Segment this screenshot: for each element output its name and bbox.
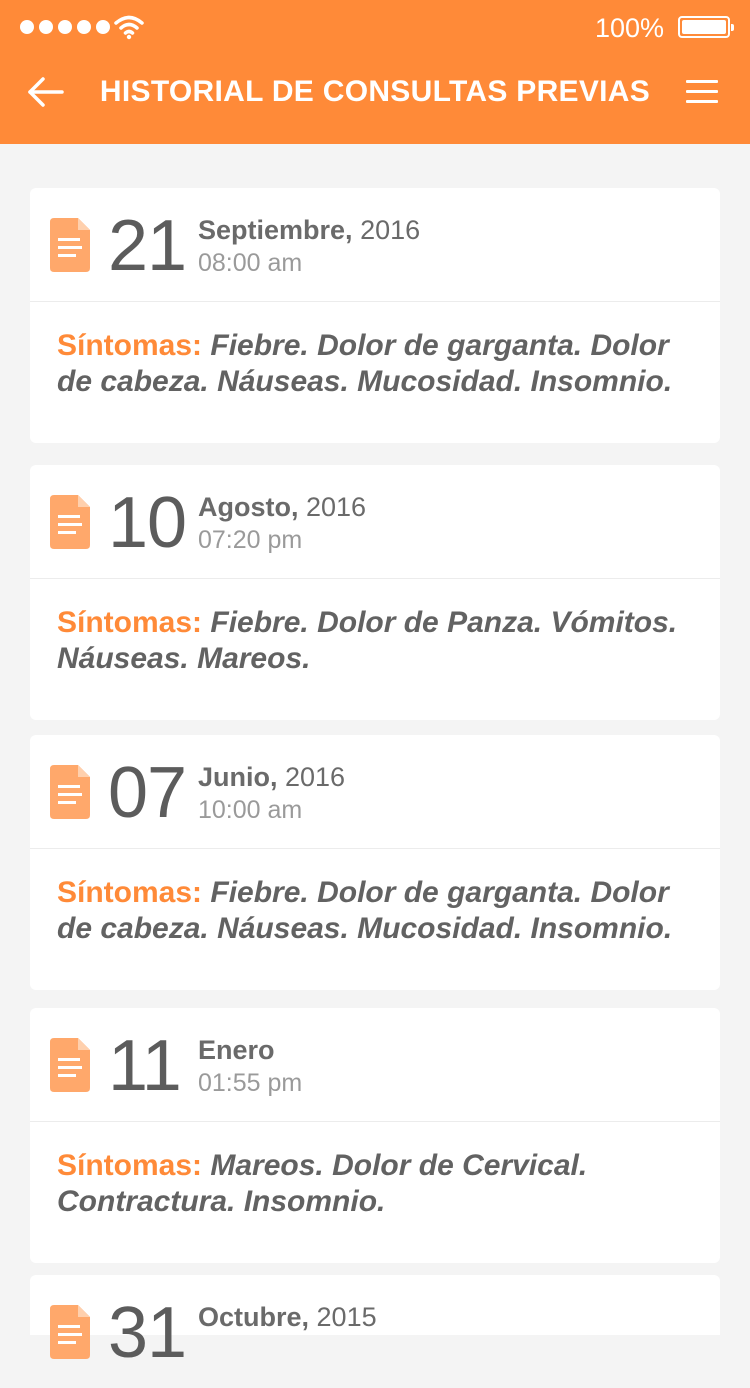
consultation-card[interactable]: 31 Octubre, 2015 xyxy=(30,1275,720,1373)
card-header: 31 Octubre, 2015 xyxy=(30,1275,720,1388)
consultation-month: Agosto, xyxy=(198,492,299,522)
document-icon xyxy=(50,1038,90,1092)
symptoms-label: Síntomas: xyxy=(57,1149,203,1182)
document-icon xyxy=(50,1305,90,1359)
symptoms-label: Síntomas: xyxy=(57,329,203,362)
card-header: 21 Septiembre, 2016 08:00 am xyxy=(30,188,720,302)
consultation-day: 10 xyxy=(108,483,187,563)
consultation-month-year: Octubre, 2015 xyxy=(198,1301,377,1333)
consultation-time: 07:20 pm xyxy=(198,526,303,554)
consultation-card[interactable]: 21 Septiembre, 2016 08:00 am Síntomas: F… xyxy=(30,188,720,443)
battery-percent: 100% xyxy=(594,13,664,43)
wifi-icon xyxy=(114,15,144,40)
consultation-month: Septiembre, xyxy=(198,215,353,245)
symptoms-section: Síntomas: Fiebre. Dolor de garganta. Dol… xyxy=(30,302,720,400)
consultation-year: 2015 xyxy=(309,1302,377,1332)
hamburger-menu-icon[interactable] xyxy=(686,80,720,106)
consultation-month-year: Enero xyxy=(198,1034,275,1066)
consultation-month: Junio, xyxy=(198,762,278,792)
document-icon xyxy=(50,765,90,819)
symptoms-section: Síntomas: Fiebre. Dolor de garganta. Dol… xyxy=(30,849,720,947)
consultation-day: 07 xyxy=(108,753,187,833)
signal-strength-icon xyxy=(20,20,110,34)
symptoms-section: Síntomas: Fiebre. Dolor de Panza. Vómito… xyxy=(30,579,720,677)
consultation-year: 2016 xyxy=(277,762,346,792)
consultation-year: 2016 xyxy=(352,215,421,245)
consultation-day: 31 xyxy=(108,1293,187,1373)
card-header: 11 Enero 01:55 pm xyxy=(30,1008,720,1122)
consultation-month-year: Agosto, 2016 xyxy=(198,491,366,523)
consultation-month-year: Junio, 2016 xyxy=(198,761,345,793)
symptoms-label: Síntomas: xyxy=(57,606,203,639)
page-title: HISTORIAL DE CONSULTAS PREVIAS xyxy=(99,75,651,108)
consultation-time: 10:00 am xyxy=(198,796,303,824)
consultation-month: Enero xyxy=(198,1035,275,1065)
document-icon xyxy=(50,495,90,549)
app-header: 100% HISTORIAL DE CONSULTAS PREVIAS xyxy=(0,0,750,144)
symptoms-label: Síntomas: xyxy=(57,876,203,909)
consultation-day: 21 xyxy=(108,206,187,286)
consultation-time: 08:00 am xyxy=(198,249,303,277)
consultation-year: 2016 xyxy=(298,492,367,522)
consultation-time: 01:55 pm xyxy=(198,1069,303,1097)
consultation-card[interactable]: 11 Enero 01:55 pm Síntomas: Mareos. Dolo… xyxy=(30,1008,720,1263)
battery-icon xyxy=(678,16,734,38)
status-bar: 100% xyxy=(0,0,750,56)
consultation-card[interactable]: 07 Junio, 2016 10:00 am Síntomas: Fiebre… xyxy=(30,735,720,990)
consultation-month-year: Septiembre, 2016 xyxy=(198,214,420,246)
card-header: 07 Junio, 2016 10:00 am xyxy=(30,735,720,849)
document-icon xyxy=(50,218,90,272)
consultation-card[interactable]: 10 Agosto, 2016 07:20 pm Síntomas: Fiebr… xyxy=(30,465,720,720)
symptoms-section: Síntomas: Mareos. Dolor de Cervical. Con… xyxy=(30,1122,720,1220)
consultation-month: Octubre, xyxy=(198,1302,310,1332)
card-header: 10 Agosto, 2016 07:20 pm xyxy=(30,465,720,579)
consultation-day: 11 xyxy=(108,1026,182,1106)
